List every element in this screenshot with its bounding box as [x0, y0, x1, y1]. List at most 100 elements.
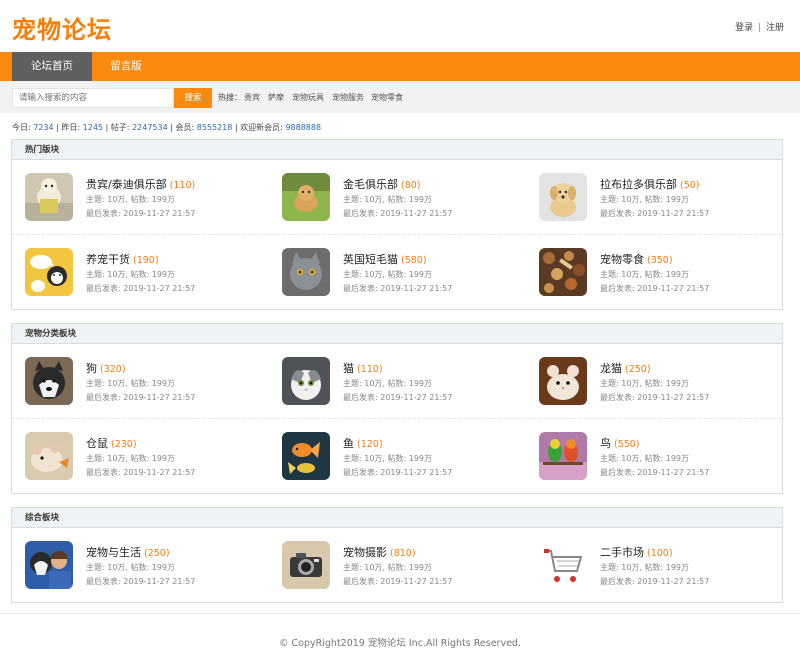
forum-name[interactable]: 鸟: [600, 437, 611, 450]
forum-last-post: 最后发表: 2019-11-27 21:57: [343, 468, 453, 477]
forum-title[interactable]: 龙猫 (250): [600, 360, 651, 376]
forum-card[interactable]: 养宠干货 (190) 主题: 10万, 帖数: 199万 最后发表: 2019-1…: [12, 235, 262, 309]
section-general: 综合板块 宠物与生活 (250) 主题: 10万, 帖数: 199万 最后发表: …: [11, 507, 783, 603]
site-logo[interactable]: 宠物论坛: [12, 10, 112, 45]
forum-card[interactable]: 宠物与生活 (250) 主题: 10万, 帖数: 199万 最后发表: 2019-…: [12, 528, 262, 602]
forum-name[interactable]: 英国短毛猫: [343, 253, 398, 266]
husky-photo[interactable]: [25, 357, 73, 405]
forum-meta: 主题: 10万, 帖数: 199万: [86, 563, 176, 572]
forum-name[interactable]: 龙猫: [600, 362, 622, 375]
forum-title[interactable]: 宠物与生活 (250): [86, 544, 170, 560]
forum-card[interactable]: 狗 (320) 主题: 10万, 帖数: 199万 最后发表: 2019-11-2…: [12, 344, 262, 418]
forum-title[interactable]: 狗 (320): [86, 360, 126, 376]
login-link[interactable]: 登录: [735, 23, 753, 33]
shopping-cart-photo[interactable]: [539, 541, 587, 589]
forum-meta: 主题: 10万, 帖数: 199万: [343, 270, 433, 279]
forum-name[interactable]: 宠物零食: [600, 253, 644, 266]
poodle-photo[interactable]: [25, 173, 73, 221]
forum-card[interactable]: 金毛俱乐部 (80) 主题: 10万, 帖数: 199万 最后发表: 2019-1…: [269, 160, 519, 234]
forum-card[interactable]: 贵宾/泰迪俱乐部 (110) 主题: 10万, 帖数: 199万 最后发表: 20…: [12, 160, 262, 234]
stat-label: 会员:: [175, 123, 195, 132]
forum-name[interactable]: 猫: [343, 362, 354, 375]
forum-card[interactable]: 龙猫 (250) 主题: 10万, 帖数: 199万 最后发表: 2019-11-…: [526, 344, 776, 418]
forum-name[interactable]: 拉布拉多俱乐部: [600, 178, 677, 191]
forum-last-post: 最后发表: 2019-11-27 21:57: [86, 284, 196, 293]
nav-item-message-board[interactable]: 留言版: [92, 52, 160, 81]
forum-title[interactable]: 宠物零食 (350): [600, 251, 673, 267]
forum-count: (320): [100, 364, 126, 375]
nav-item-forum-home[interactable]: 论坛首页: [12, 52, 92, 81]
forum-count: (810): [390, 548, 416, 559]
forum-card[interactable]: 宠物零食 (350) 主题: 10万, 帖数: 199万 最后发表: 2019-1…: [526, 235, 776, 309]
forum-count: (580): [401, 255, 427, 266]
main-nav: 论坛首页 留言版: [0, 52, 800, 81]
forum-count: (250): [625, 364, 651, 375]
forum-name[interactable]: 鱼: [343, 437, 354, 450]
forum-meta: 主题: 10万, 帖数: 199万: [600, 563, 690, 572]
forum-title[interactable]: 二手市场 (100): [600, 544, 673, 560]
stat-separator: |: [170, 123, 173, 132]
forum-title[interactable]: 养宠干货 (190): [86, 251, 159, 267]
register-link[interactable]: 注册: [766, 23, 784, 33]
golden-retriever-photo[interactable]: [282, 173, 330, 221]
cartoon-cat-dog-image[interactable]: [25, 248, 73, 296]
forum-title[interactable]: 宠物摄影 (810): [343, 544, 416, 560]
forum-name[interactable]: 养宠干货: [86, 253, 130, 266]
forum-title[interactable]: 鱼 (120): [343, 435, 383, 451]
forum-meta: 主题: 10万, 帖数: 199万: [86, 270, 176, 279]
camera-photo[interactable]: [282, 541, 330, 589]
forum-name[interactable]: 宠物摄影: [343, 546, 387, 559]
forum-count: (80): [401, 180, 421, 191]
forum-title[interactable]: 贵宾/泰迪俱乐部 (110): [86, 176, 195, 192]
dog-and-man-photo[interactable]: [25, 541, 73, 589]
search-input[interactable]: [12, 88, 174, 108]
forum-title[interactable]: 英国短毛猫 (580): [343, 251, 427, 267]
forum-meta: 主题: 10万, 帖数: 199万: [600, 270, 690, 279]
forum-card[interactable]: 猫 (110) 主题: 10万, 帖数: 199万 最后发表: 2019-11-2…: [269, 344, 519, 418]
forum-title[interactable]: 拉布拉多俱乐部 (50): [600, 176, 700, 192]
forum-row: 狗 (320) 主题: 10万, 帖数: 199万 最后发表: 2019-11-2…: [12, 344, 782, 418]
forum-name[interactable]: 仓鼠: [86, 437, 108, 450]
forum-card[interactable]: 鸟 (550) 主题: 10万, 帖数: 199万 最后发表: 2019-11-2…: [526, 419, 776, 493]
labrador-photo[interactable]: [539, 173, 587, 221]
forum-card[interactable]: 英国短毛猫 (580) 主题: 10万, 帖数: 199万 最后发表: 2019-…: [269, 235, 519, 309]
forum-name[interactable]: 贵宾/泰迪俱乐部: [86, 178, 167, 191]
forum-title[interactable]: 仓鼠 (230): [86, 435, 137, 451]
forum-card[interactable]: 鱼 (120) 主题: 10万, 帖数: 199万 最后发表: 2019-11-2…: [269, 419, 519, 493]
section-title: 热门版块: [12, 140, 782, 160]
stat-separator: |: [56, 123, 59, 132]
forum-title[interactable]: 鸟 (550): [600, 435, 640, 451]
hot-search-link[interactable]: 宠物服务: [332, 92, 364, 103]
hot-search-link[interactable]: 宠物零食: [371, 92, 403, 103]
forum-card[interactable]: 宠物摄影 (810) 主题: 10万, 帖数: 199万 最后发表: 2019-1…: [269, 528, 519, 602]
forum-name[interactable]: 二手市场: [600, 546, 644, 559]
british-shorthair-photo[interactable]: [282, 248, 330, 296]
cat-photo[interactable]: [282, 357, 330, 405]
forum-title[interactable]: 金毛俱乐部 (80): [343, 176, 421, 192]
hot-search-link[interactable]: 贵宾: [244, 92, 260, 103]
parrots-photo[interactable]: [539, 432, 587, 480]
hot-search-link[interactable]: 宠物玩具: [292, 92, 324, 103]
hamster-photo[interactable]: [25, 432, 73, 480]
goldfish-photo[interactable]: [282, 432, 330, 480]
forum-name[interactable]: 金毛俱乐部: [343, 178, 398, 191]
forum-title[interactable]: 猫 (110): [343, 360, 383, 376]
chinchilla-photo[interactable]: [539, 357, 587, 405]
hot-search-link[interactable]: 萨摩: [268, 92, 284, 103]
search-button[interactable]: 搜索: [174, 88, 212, 108]
forum-name[interactable]: 宠物与生活: [86, 546, 141, 559]
pet-snacks-photo[interactable]: [539, 248, 587, 296]
stat-separator: |: [105, 123, 109, 132]
forum-card[interactable]: 仓鼠 (230) 主题: 10万, 帖数: 199万 最后发表: 2019-11-…: [12, 419, 262, 493]
forum-meta: 主题: 10万, 帖数: 199万: [600, 379, 690, 388]
forum-meta: 主题: 10万, 帖数: 199万: [86, 195, 176, 204]
stat-newest-member[interactable]: 9888888: [285, 123, 321, 132]
forum-card[interactable]: 二手市场 (100) 主题: 10万, 帖数: 199万 最后发表: 2019-1…: [526, 528, 776, 602]
forum-meta: 主题: 10万, 帖数: 199万: [343, 195, 433, 204]
section-pet-categories: 宠物分类板块 狗 (320) 主题: 10万, 帖数: 199万 最后发表: 20…: [11, 323, 783, 494]
forum-card[interactable]: 拉布拉多俱乐部 (50) 主题: 10万, 帖数: 199万 最后发表: 2019…: [526, 160, 776, 234]
stat-label: 帖子:: [110, 123, 130, 132]
forum-last-post: 最后发表: 2019-11-27 21:57: [86, 393, 196, 402]
forum-count: (120): [357, 439, 383, 450]
forum-name[interactable]: 狗: [86, 362, 97, 375]
